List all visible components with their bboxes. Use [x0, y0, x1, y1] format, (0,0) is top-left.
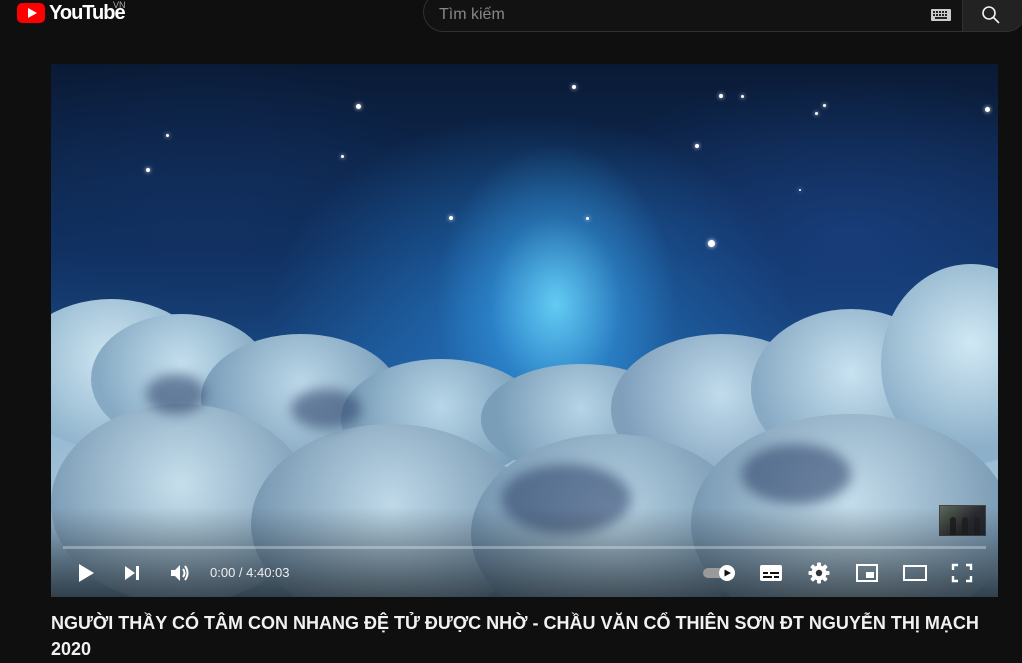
star	[799, 189, 801, 191]
video-title: NGƯỜI THẦY CÓ TÂM CON NHANG ĐỆ TỬ ĐƯỢC N…	[51, 613, 979, 659]
autoplay-toggle[interactable]	[702, 562, 738, 584]
next-button[interactable]	[119, 561, 145, 585]
star	[823, 104, 826, 107]
fullscreen-icon	[951, 563, 973, 583]
subtitles-button[interactable]	[758, 561, 784, 585]
theater-mode-button[interactable]	[901, 561, 929, 585]
star	[695, 144, 699, 148]
region-code: VN	[113, 0, 126, 10]
progress-bar[interactable]	[63, 546, 986, 549]
mute-button[interactable]	[166, 560, 194, 586]
miniplayer-button[interactable]	[853, 561, 881, 585]
star	[741, 95, 744, 98]
star	[356, 104, 361, 109]
star	[341, 155, 344, 158]
search-input[interactable]	[424, 0, 931, 24]
star	[985, 107, 990, 112]
subtitles-icon	[760, 565, 782, 581]
search-icon	[982, 6, 1000, 24]
volume-icon	[171, 565, 189, 581]
search-button[interactable]	[962, 0, 1022, 32]
star	[586, 217, 589, 220]
settings-icon	[808, 562, 830, 584]
youtube-logo[interactable]: YouTube	[17, 1, 126, 25]
star	[719, 94, 723, 98]
next-icon	[125, 566, 139, 580]
masthead: YouTube VN	[0, 0, 1022, 40]
video-player[interactable]: 0:00 / 4:40:03	[51, 64, 998, 597]
star	[146, 168, 150, 172]
cloud-shadow	[741, 444, 851, 504]
autoplay-toggle-icon	[703, 565, 735, 581]
star	[708, 240, 715, 247]
cloud-shadow	[291, 389, 361, 429]
time-display: 0:00 / 4:40:03	[210, 565, 290, 580]
play-icon	[79, 564, 94, 582]
star	[166, 134, 169, 137]
star	[815, 112, 818, 115]
fullscreen-button[interactable]	[949, 561, 975, 585]
miniplayer-icon	[856, 564, 878, 582]
star	[572, 85, 576, 89]
theater-mode-icon	[903, 565, 927, 581]
play-button[interactable]	[73, 560, 99, 586]
cloud-shadow	[146, 374, 206, 414]
youtube-play-logo-icon	[17, 3, 45, 23]
settings-button[interactable]	[806, 560, 832, 586]
search-box	[423, 0, 963, 32]
star	[449, 216, 453, 220]
keyboard-icon[interactable]	[931, 9, 951, 21]
